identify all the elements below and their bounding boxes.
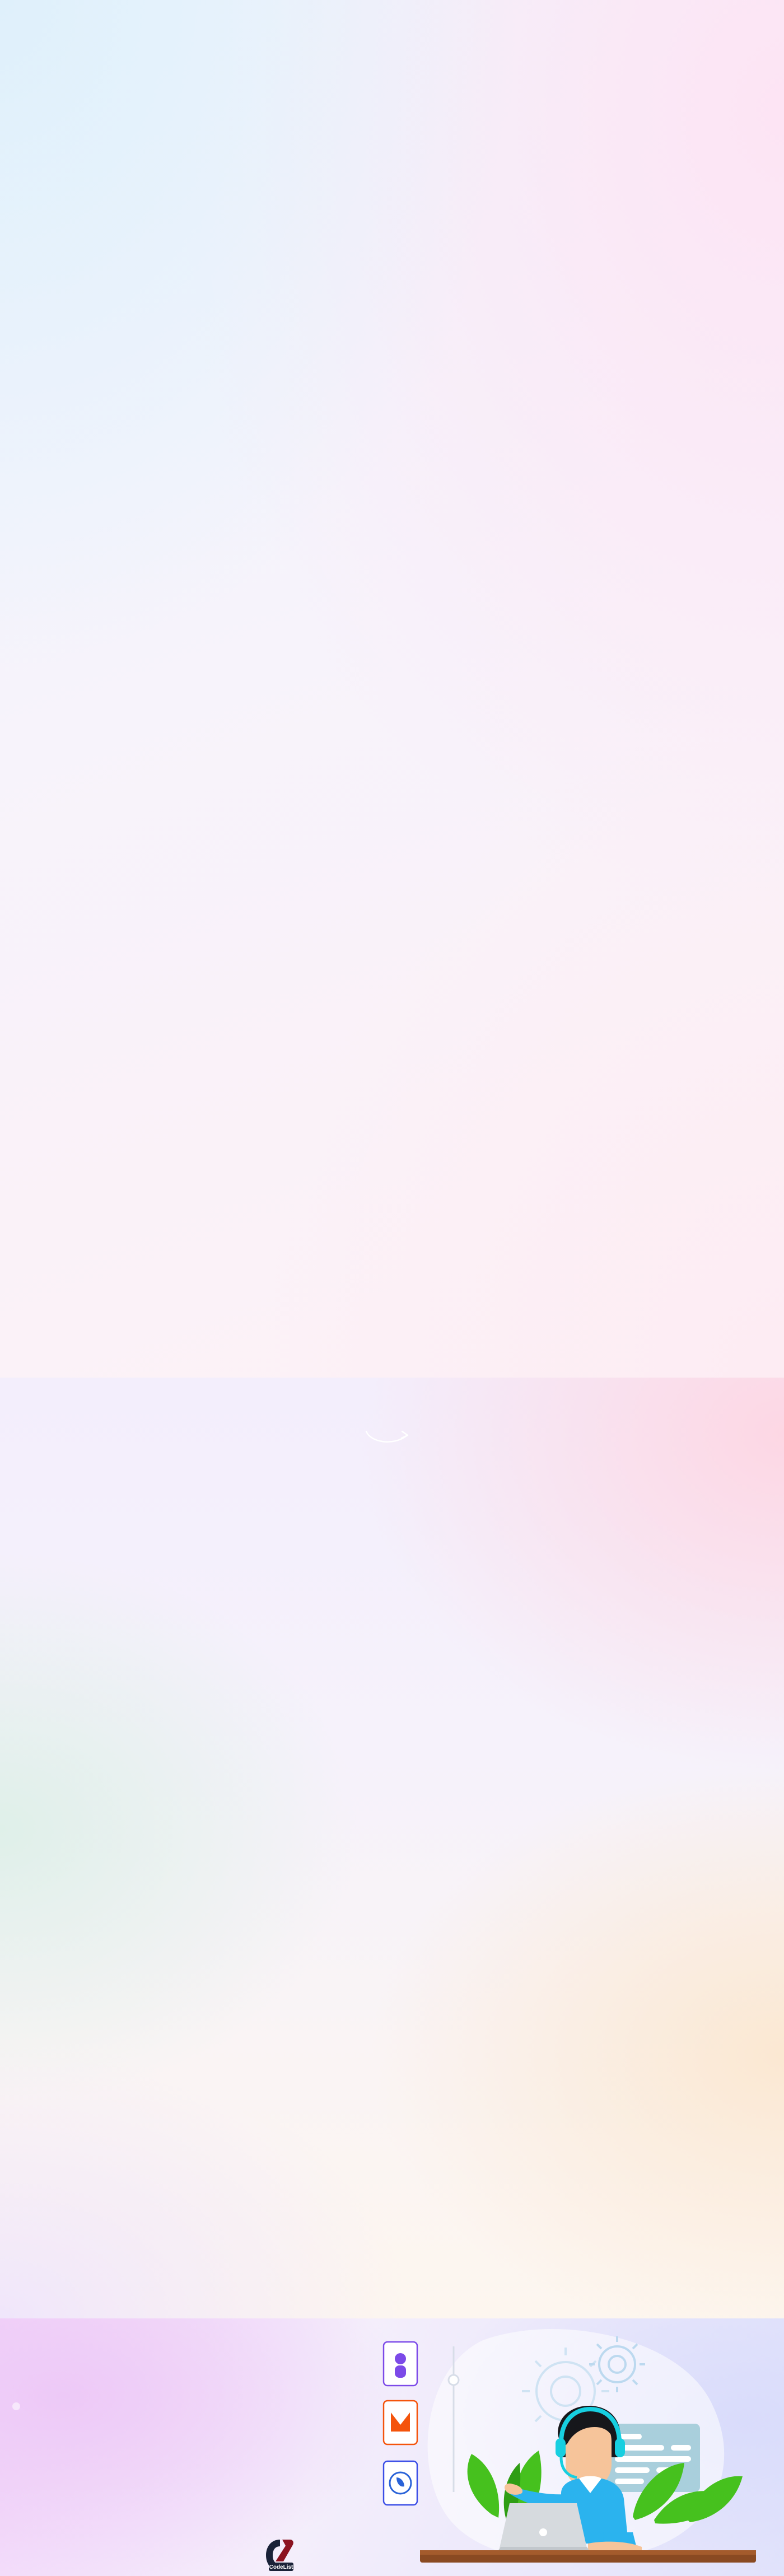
decorative-dot	[12, 2402, 20, 2410]
customer-support-illustration	[382, 2328, 756, 2563]
curved-arrow-icon	[365, 1430, 409, 1443]
ui-kits-section	[0, 0, 784, 1378]
brand-logo: CodeList	[263, 2538, 301, 2573]
features-section	[0, 1378, 784, 2318]
codelist-logo-icon: CodeList	[266, 2540, 293, 2571]
footer-section: CodeList	[0, 2318, 784, 2576]
svg-text:CodeList: CodeList	[269, 2564, 293, 2570]
